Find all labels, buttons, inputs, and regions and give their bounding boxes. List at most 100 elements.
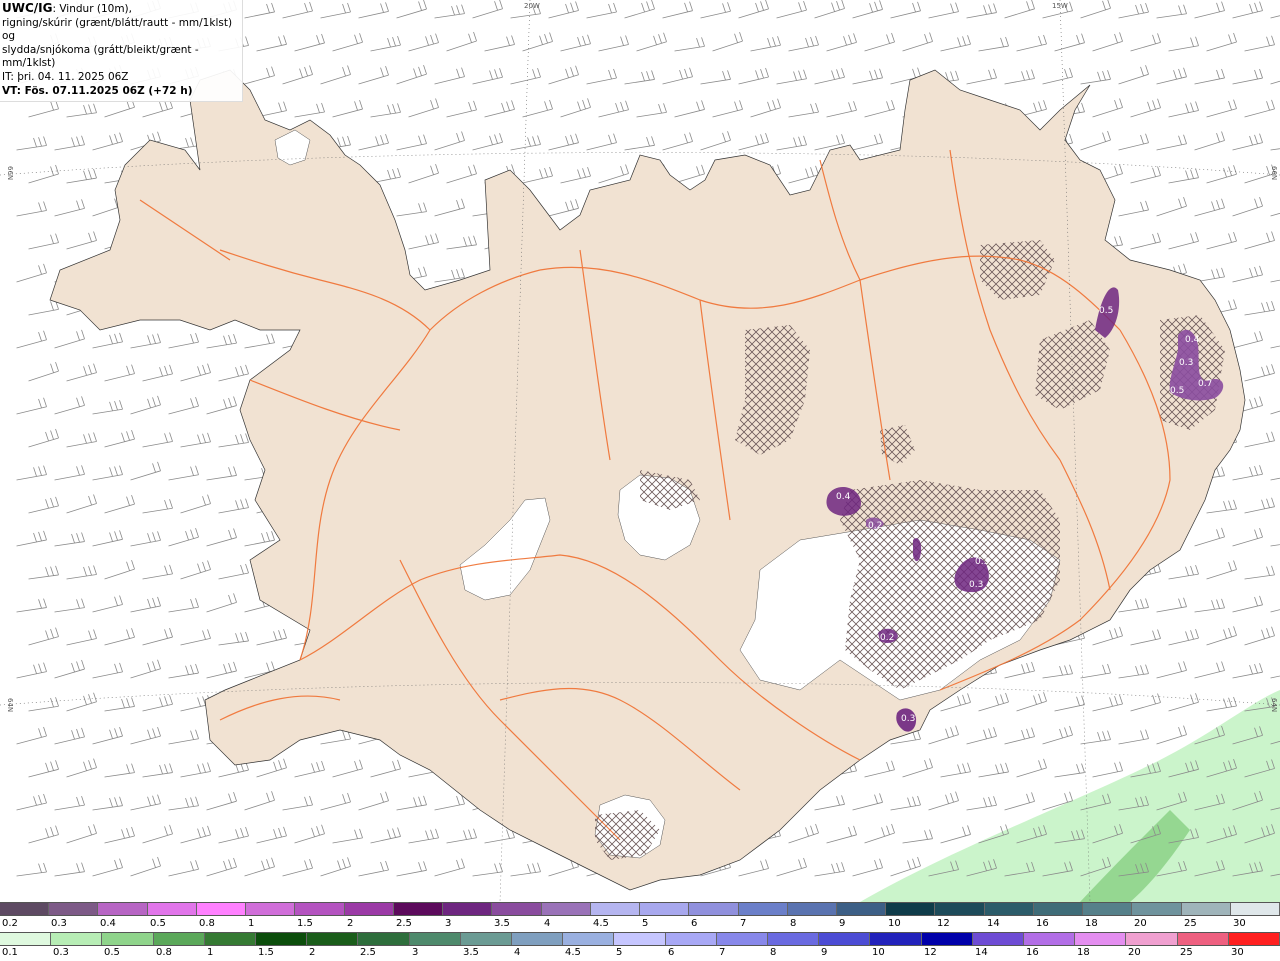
legend-tick-label: 1	[248, 918, 255, 929]
legend-swatch	[738, 903, 788, 915]
legend-swatch	[768, 933, 820, 945]
legend-tick-label: 5	[616, 947, 623, 958]
legend-tick-label: 18	[1077, 947, 1090, 958]
legend-tick-label: 2	[347, 918, 354, 929]
legend-swatch	[102, 933, 154, 945]
legend-swatch	[972, 933, 1025, 945]
legend-tick-label: 0.5	[104, 947, 120, 958]
legend-tick-label: 0.3	[51, 918, 67, 929]
precip-label: 0.3	[1179, 358, 1193, 368]
legend-swatch	[246, 903, 296, 915]
legend-tick-label: 1.5	[297, 918, 313, 929]
legend-tick-label: 0.2	[2, 918, 18, 929]
legend-tick-label: 16	[1036, 918, 1049, 929]
legend-tick-label: 10	[872, 947, 885, 958]
legend-swatch	[541, 903, 591, 915]
legend-swatch	[819, 933, 871, 945]
legend-swatch	[492, 903, 542, 915]
legend-swatch	[443, 903, 493, 915]
legend-tick-label: 1.5	[258, 947, 274, 958]
legend-swatch	[614, 933, 666, 945]
legend-tick-label: 25	[1180, 947, 1193, 958]
legend-tick-label: 20	[1134, 918, 1147, 929]
legend-swatch	[1126, 933, 1178, 945]
product-description-3: slydda/snjókoma (grátt/bleikt/grænt - mm…	[2, 43, 199, 70]
legend-swatch	[1230, 903, 1280, 915]
legend-swatch	[870, 933, 922, 945]
legend-swatch	[935, 903, 985, 915]
precip-label: 0.2	[880, 633, 894, 643]
lon-label-20w: 20W	[524, 2, 540, 10]
product-name: UWC/IG	[2, 1, 53, 15]
legend-swatch	[512, 933, 564, 945]
product-description: : Vindur (10m),	[52, 3, 132, 15]
precip-label: 0.2	[868, 521, 882, 531]
legend-swatch	[393, 903, 444, 915]
legend-tick-label: 0.4	[100, 918, 116, 929]
legend-swatch	[204, 933, 257, 945]
legend-swatch	[1132, 903, 1182, 915]
legend-tick-label: 4	[544, 918, 551, 929]
legend-tick-label: 0.5	[150, 918, 166, 929]
legend-swatch	[886, 903, 936, 915]
legend-swatch	[921, 933, 973, 945]
legend-swatch	[307, 933, 359, 945]
legend-swatch	[358, 933, 410, 945]
valid-time: VT: Fös. 07.11.2025 06Z (+72 h)	[2, 84, 193, 97]
precip-label: 0.3	[901, 714, 915, 724]
legend-swatch	[1075, 933, 1127, 945]
precip-label: 0.5	[1099, 306, 1113, 316]
precip-label: 0.3	[975, 557, 989, 567]
legend-swatch	[665, 933, 717, 945]
legend-swatch	[640, 903, 690, 915]
legend-swatch	[836, 903, 887, 915]
color-legend: 0.2 0.3 0.4 0.5 0.8 1 1.5 2 2.5 3 3.5 4 4.5 5 6 7 8 9 10 12…	[0, 902, 1280, 960]
legend-tick-label: 25	[1184, 918, 1197, 929]
weather-map: 0.5 0.4 0.3 0.5 0.7 0.4 0.2 0.3 0.3 0.2 …	[0, 0, 1280, 902]
legend-tick-label: 0.3	[53, 947, 69, 958]
rain-color-bar	[0, 932, 1280, 946]
legend-swatch	[0, 903, 50, 915]
legend-tick-label: 4	[514, 947, 521, 958]
legend-swatch	[984, 903, 1034, 915]
legend-tick-label: 14	[975, 947, 988, 958]
legend-tick-label: 3.5	[494, 918, 510, 929]
legend-tick-label: 14	[987, 918, 1000, 929]
legend-swatch	[1033, 903, 1084, 915]
legend-swatch	[295, 903, 345, 915]
legend-tick-label: 10	[888, 918, 901, 929]
legend-swatch	[1181, 903, 1231, 915]
legend-tick-label: 12	[937, 918, 950, 929]
legend-tick-label: 3	[412, 947, 419, 958]
legend-tick-label: 18	[1085, 918, 1098, 929]
legend-tick-label: 2.5	[396, 918, 412, 929]
legend-tick-label: 8	[790, 918, 797, 929]
legend-tick-label: 20	[1128, 947, 1141, 958]
legend-swatch	[590, 903, 641, 915]
lon-label-15w: 15W	[1052, 2, 1068, 10]
precip-label: 0.5	[1170, 386, 1184, 396]
legend-tick-label: 0.8	[156, 947, 172, 958]
precip-label: 0.7	[1198, 379, 1212, 389]
lat-label-64n-right: 64N	[1270, 698, 1278, 712]
legend-tick-label: 1	[207, 947, 214, 958]
product-description-2: rigning/skúrir (grænt/blátt/rautt - mm/1…	[2, 16, 233, 43]
legend-swatch	[147, 903, 197, 915]
precip-label: 0.3	[969, 580, 983, 590]
precip-label: 0.4	[836, 492, 851, 502]
legend-tick-label: 4.5	[593, 918, 609, 929]
legend-swatch	[689, 903, 739, 915]
map-header: UWC/IG: Vindur (10m), rigning/skúrir (gr…	[0, 0, 243, 103]
rain-legend-labels: 0.1 0.3 0.5 0.8 1 1.5 2 2.5 3 3.5 4 4.5 5 6 7 8 9 10 12 14 1…	[0, 947, 1280, 961]
legend-swatch	[1228, 933, 1280, 945]
legend-swatch	[1024, 933, 1076, 945]
legend-swatch	[1083, 903, 1133, 915]
snow-legend-labels: 0.2 0.3 0.4 0.5 0.8 1 1.5 2 2.5 3 3.5 4 4.5 5 6 7 8 9 10 12…	[0, 918, 1280, 932]
legend-tick-label: 30	[1233, 918, 1246, 929]
legend-tick-label: 3	[445, 918, 452, 929]
legend-swatch	[716, 933, 769, 945]
legend-swatch	[256, 933, 308, 945]
legend-swatch	[563, 933, 615, 945]
initial-time: IT: þri. 04. 11. 2025 06Z	[2, 70, 129, 83]
legend-tick-label: 6	[668, 947, 675, 958]
